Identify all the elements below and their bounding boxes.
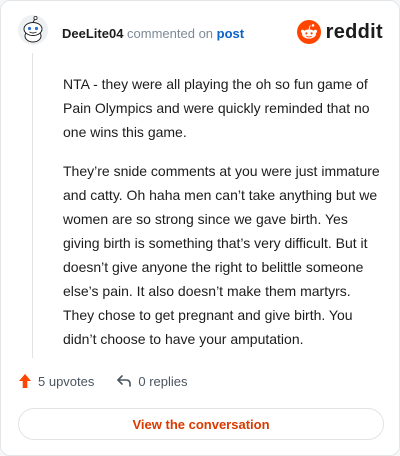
avatar[interactable]: [18, 15, 48, 45]
snoo-avatar-icon: [18, 15, 48, 45]
upvote-arrow-icon: [19, 374, 31, 388]
username-link[interactable]: DeeLite04: [62, 26, 123, 41]
comment-body: NTA - they were all playing the oh so fu…: [63, 72, 385, 366]
comment-paragraph: They’re snide comments at you were just …: [63, 163, 380, 347]
post-link[interactable]: post: [217, 26, 244, 41]
reddit-wordmark: reddit: [325, 20, 383, 43]
comment-footer: 5 upvotes 0 replies: [18, 373, 188, 389]
action-text: commented on: [127, 26, 214, 41]
reply-arrow-icon: [117, 375, 132, 387]
upvote-button[interactable]: 5 upvotes: [18, 373, 94, 389]
reddit-logo[interactable]: reddit: [296, 20, 383, 44]
upvote-count: 5 upvotes: [38, 373, 95, 389]
reply-count: 0 replies: [138, 373, 188, 389]
reddit-alien-icon: [296, 20, 321, 44]
comment-paragraph: NTA - they were all playing the oh so fu…: [63, 76, 370, 140]
reply-button[interactable]: 0 replies: [116, 373, 188, 389]
comment-header: DeeLite04 commented on post: [62, 26, 244, 41]
embedded-comment-card: DeeLite04 commented on post reddit NTA -…: [0, 0, 400, 456]
thread-line: [32, 53, 33, 358]
view-conversation-button[interactable]: View the conversation: [18, 408, 384, 440]
